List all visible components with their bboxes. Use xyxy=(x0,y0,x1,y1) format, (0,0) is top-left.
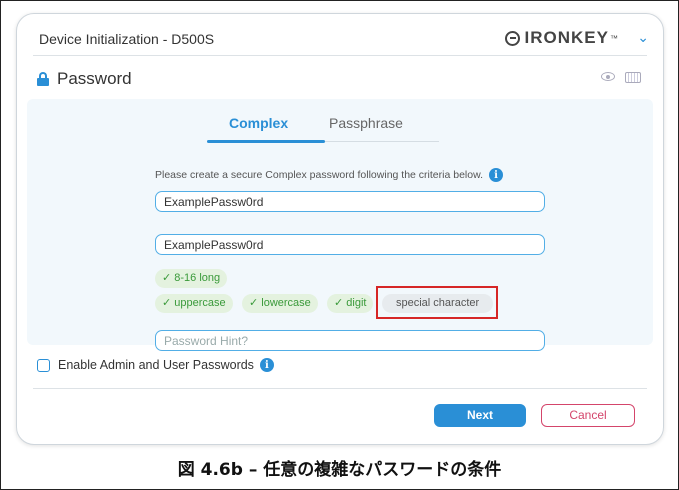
confirm-password-input[interactable]: ExamplePassw0rd xyxy=(155,234,545,255)
header-divider xyxy=(33,55,647,56)
info-icon[interactable]: i xyxy=(489,168,503,182)
tab-active-indicator xyxy=(207,140,325,143)
instructions: Please create a secure Complex password … xyxy=(155,168,503,182)
criteria-lowercase: ✓ lowercase xyxy=(242,294,318,313)
admin-user-label: Enable Admin and User Passwords xyxy=(58,358,254,372)
admin-user-option[interactable]: Enable Admin and User Passwords i xyxy=(37,358,274,372)
criteria-digit: ✓ digit xyxy=(327,294,374,313)
section-title: Password xyxy=(57,69,132,88)
window-title: Device Initialization - D500S xyxy=(39,31,215,47)
password-panel: Complex Passphrase Please create a secur… xyxy=(27,99,653,351)
brand-name: IRONKEY xyxy=(524,28,609,47)
instructions-text: Please create a secure Complex password … xyxy=(155,169,483,181)
password-input[interactable]: ExamplePassw0rd xyxy=(155,191,545,212)
password-hint-input[interactable]: Password Hint? xyxy=(155,330,545,351)
brand-trademark: ™ xyxy=(610,33,619,43)
chevron-down-icon[interactable]: ⌄ xyxy=(637,29,649,46)
eye-icon[interactable] xyxy=(601,72,615,81)
cancel-button[interactable]: Cancel xyxy=(541,404,635,427)
criteria-uppercase: ✓ uppercase xyxy=(155,294,233,313)
figure-caption: 図 4.6b – 任意の複雑なパスワードの条件 xyxy=(177,460,502,480)
footer-divider xyxy=(33,388,647,389)
lock-icon xyxy=(37,72,49,86)
keyboard-icon[interactable] xyxy=(625,72,641,83)
ironkey-logo: IRONKEY ™ xyxy=(504,28,619,48)
criteria-length: ✓ 8-16 long xyxy=(155,269,228,288)
dialog-window: Device Initialization - D500S IRONKEY ™ … xyxy=(16,13,664,445)
info-icon[interactable]: i xyxy=(259,358,274,372)
next-button[interactable]: Next xyxy=(434,404,526,427)
tab-passphrase[interactable]: Passphrase xyxy=(329,115,403,131)
section-header: Password xyxy=(37,69,132,89)
tab-complex[interactable]: Complex xyxy=(229,115,288,131)
ironkey-logo-icon xyxy=(504,30,520,46)
highlight-box xyxy=(376,286,498,319)
admin-user-checkbox[interactable] xyxy=(37,358,50,372)
tab-bar: Complex Passphrase xyxy=(27,111,653,143)
